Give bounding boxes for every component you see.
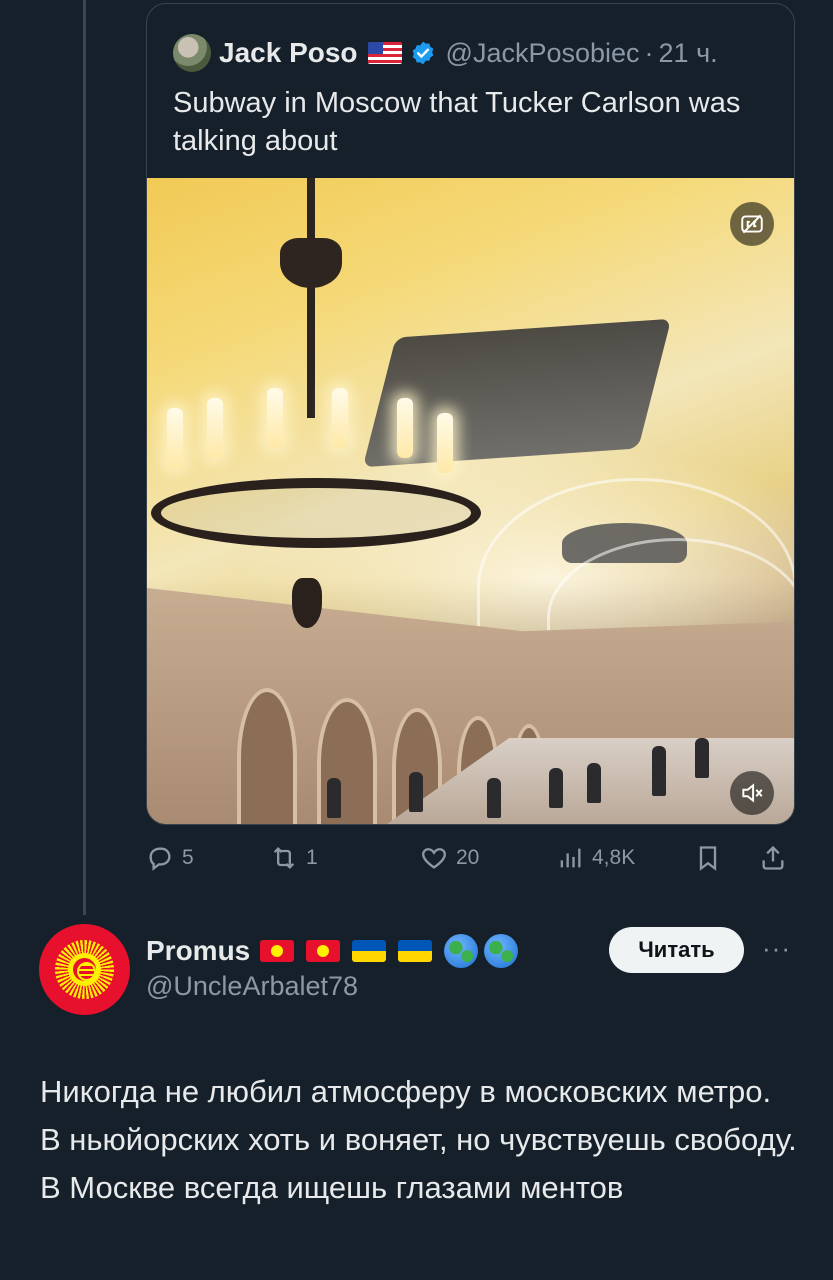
thread-connector-line	[83, 0, 86, 915]
more-options-icon[interactable]: ···	[762, 933, 791, 964]
avatar[interactable]	[39, 924, 130, 1015]
kyrgyzstan-flag-icon	[306, 940, 341, 962]
globe-icon	[444, 934, 479, 968]
share-button[interactable]	[759, 838, 795, 878]
kyrgyzstan-flag-icon	[260, 940, 295, 962]
reply-author-row: Promus	[146, 933, 524, 969]
volume-muted-icon[interactable]	[730, 771, 774, 815]
repost-button[interactable]: 1	[270, 838, 318, 878]
chandelier-light	[397, 398, 413, 458]
person	[487, 778, 501, 818]
chandelier-light	[267, 388, 283, 448]
reply-button[interactable]: 5	[146, 838, 194, 878]
view-count: 4,8K	[592, 846, 636, 869]
views-chart-icon	[560, 848, 581, 868]
tunduk-emblem	[68, 953, 101, 986]
person	[549, 768, 563, 808]
reply-count: 5	[182, 846, 194, 869]
verified-badge-icon	[412, 41, 433, 65]
us-flag-icon	[367, 42, 402, 64]
follow-button[interactable]: Читать	[609, 927, 744, 973]
heart-icon	[422, 848, 446, 869]
chandelier-ring	[151, 478, 481, 548]
closed-captions-icon[interactable]	[730, 202, 774, 246]
quoted-tweet-card[interactable]: Jack Poso @JackPosobiec · 21 ч. Subway i…	[146, 3, 795, 825]
person	[652, 746, 666, 796]
arch	[237, 688, 297, 824]
share-icon	[762, 845, 784, 870]
views-button[interactable]: 4,8K	[556, 838, 635, 878]
ukraine-flag-icon	[398, 940, 433, 962]
person	[587, 763, 601, 803]
chandelier-light	[437, 413, 453, 473]
person	[695, 738, 709, 778]
tweet-video[interactable]	[147, 178, 794, 824]
like-button[interactable]: 20	[420, 838, 479, 878]
separator-dot: ·	[644, 37, 654, 68]
bookmark-button[interactable]	[694, 838, 730, 878]
tweet-action-bar: 5 1 20 4,8K	[146, 838, 796, 878]
bookmark-icon	[699, 846, 717, 871]
reply-icon	[149, 847, 171, 871]
chandelier-finial	[292, 578, 322, 628]
chandelier-chain	[307, 178, 315, 418]
author-handle[interactable]: @UncleArbalet78	[146, 971, 358, 1002]
person	[409, 772, 423, 812]
repost-icon	[273, 847, 295, 869]
author-handle[interactable]: @JackPosobiec	[446, 38, 640, 69]
ukraine-flag-icon	[352, 940, 387, 962]
chandelier-crown	[280, 238, 342, 288]
reply-text: Никогда не любил атмосферу в московских …	[40, 1074, 797, 1205]
timestamp[interactable]: 21 ч.	[659, 38, 718, 69]
globe-icon	[484, 934, 519, 968]
author-name[interactable]: Promus	[146, 935, 250, 967]
arch	[317, 698, 377, 824]
person	[327, 778, 341, 818]
repost-count: 1	[306, 846, 318, 869]
like-count: 20	[456, 846, 480, 869]
chandelier-light	[207, 398, 223, 458]
author-name[interactable]: Jack Poso	[219, 37, 358, 69]
quoted-tweet-header: Jack Poso @JackPosobiec · 21 ч.	[173, 32, 718, 74]
chandelier-light	[332, 388, 348, 448]
avatar[interactable]	[173, 34, 211, 72]
chandelier-light	[167, 408, 183, 468]
quoted-tweet-text: Subway in Moscow that Tucker Carlson was…	[173, 87, 741, 157]
